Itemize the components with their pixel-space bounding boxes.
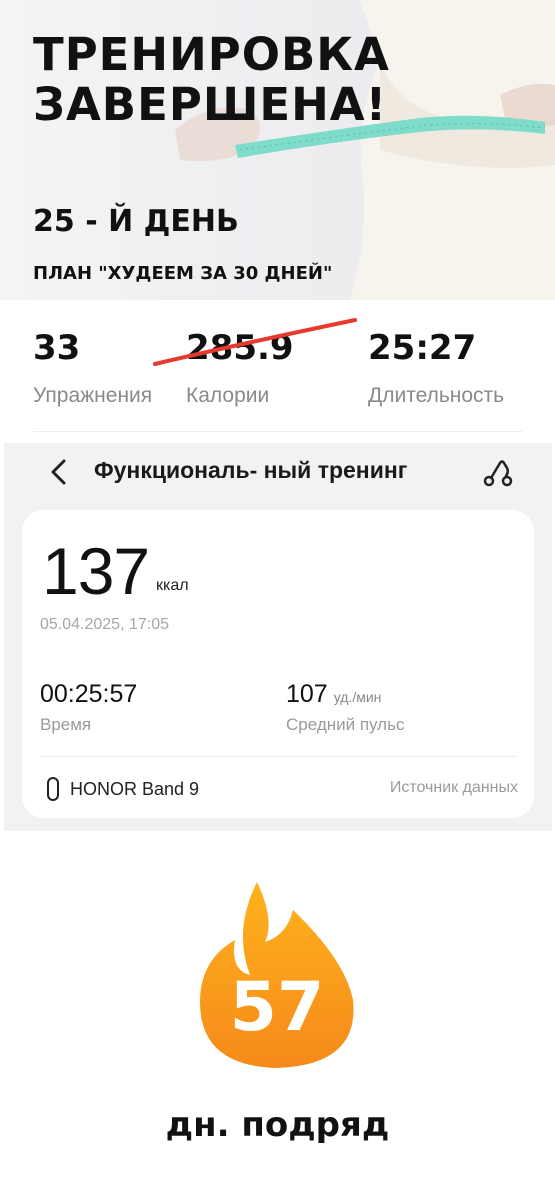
plan-name: ПЛАН "ХУДЕЕМ ЗА 30 ДНЕЙ" bbox=[33, 263, 333, 284]
route-icon[interactable] bbox=[480, 455, 516, 489]
day-number: 25 - Й ДЕНЬ bbox=[33, 204, 239, 239]
stat-duration: 25:27 Длительность bbox=[368, 328, 504, 408]
pulse-unit: уд./мин bbox=[333, 689, 382, 705]
time-value: 00:25:57 bbox=[40, 680, 138, 708]
stat-value: 25:27 bbox=[368, 328, 477, 368]
workout-datetime: 05.04.2025, 17:05 bbox=[40, 616, 170, 633]
pulse-row: 107 уд./мин bbox=[286, 680, 404, 709]
stat-label: Упражнения bbox=[33, 384, 153, 407]
stat-value: 33 bbox=[33, 328, 81, 368]
title-line-1: ТРЕНИРОВКА bbox=[33, 28, 390, 81]
workout-complete-title: ТРЕНИРОВКА ЗАВЕРШЕНА! bbox=[33, 30, 390, 130]
metric-pulse: 107 уд./мин Средний пульс bbox=[286, 680, 404, 735]
device-name: HONOR Band 9 bbox=[70, 778, 200, 799]
workout-type-title: Функциональ- ный тренинг bbox=[94, 457, 408, 483]
pulse-label: Средний пульс bbox=[286, 715, 405, 734]
calories-value: 137 bbox=[42, 534, 150, 608]
time-label: Время bbox=[40, 715, 92, 734]
strike-through-mark bbox=[153, 318, 357, 366]
device-info: HONOR Band 9 bbox=[46, 777, 199, 801]
chevron-left-icon[interactable] bbox=[46, 457, 72, 487]
workout-stats: 33 Упражнения 285.9 Калории 25:27 Длител… bbox=[0, 300, 555, 440]
hero-banner: ТРЕНИРОВКА ЗАВЕРШЕНА! 25 - Й ДЕНЬ ПЛАН "… bbox=[0, 0, 555, 300]
health-header: Функциональ- ный тренинг bbox=[4, 443, 552, 503]
health-app-screen: Функциональ- ный тренинг 137 ккал 05.04.… bbox=[4, 443, 552, 831]
workout-summary-card[interactable]: 137 ккал 05.04.2025, 17:05 00:25:57 Врем… bbox=[22, 510, 534, 818]
stat-exercises: 33 Упражнения bbox=[33, 328, 152, 408]
streak-label: дн. подряд bbox=[165, 1105, 390, 1145]
stat-label: Длительность bbox=[368, 384, 505, 407]
streak-section: 57 дн. подряд bbox=[0, 835, 555, 1200]
calories-unit: ккал bbox=[156, 577, 189, 594]
stat-label: Калории bbox=[186, 384, 270, 407]
flame-icon: 57 bbox=[200, 882, 354, 1068]
streak-count: 57 bbox=[230, 968, 325, 1047]
metric-time: 00:25:57 Время bbox=[40, 680, 137, 735]
divider bbox=[40, 756, 516, 757]
data-source-link[interactable]: Источник данных bbox=[390, 779, 518, 797]
fitness-band-icon bbox=[47, 777, 59, 801]
title-line-2: ЗАВЕРШЕНА! bbox=[33, 78, 388, 131]
pulse-value: 107 bbox=[286, 680, 328, 708]
divider bbox=[33, 431, 522, 432]
